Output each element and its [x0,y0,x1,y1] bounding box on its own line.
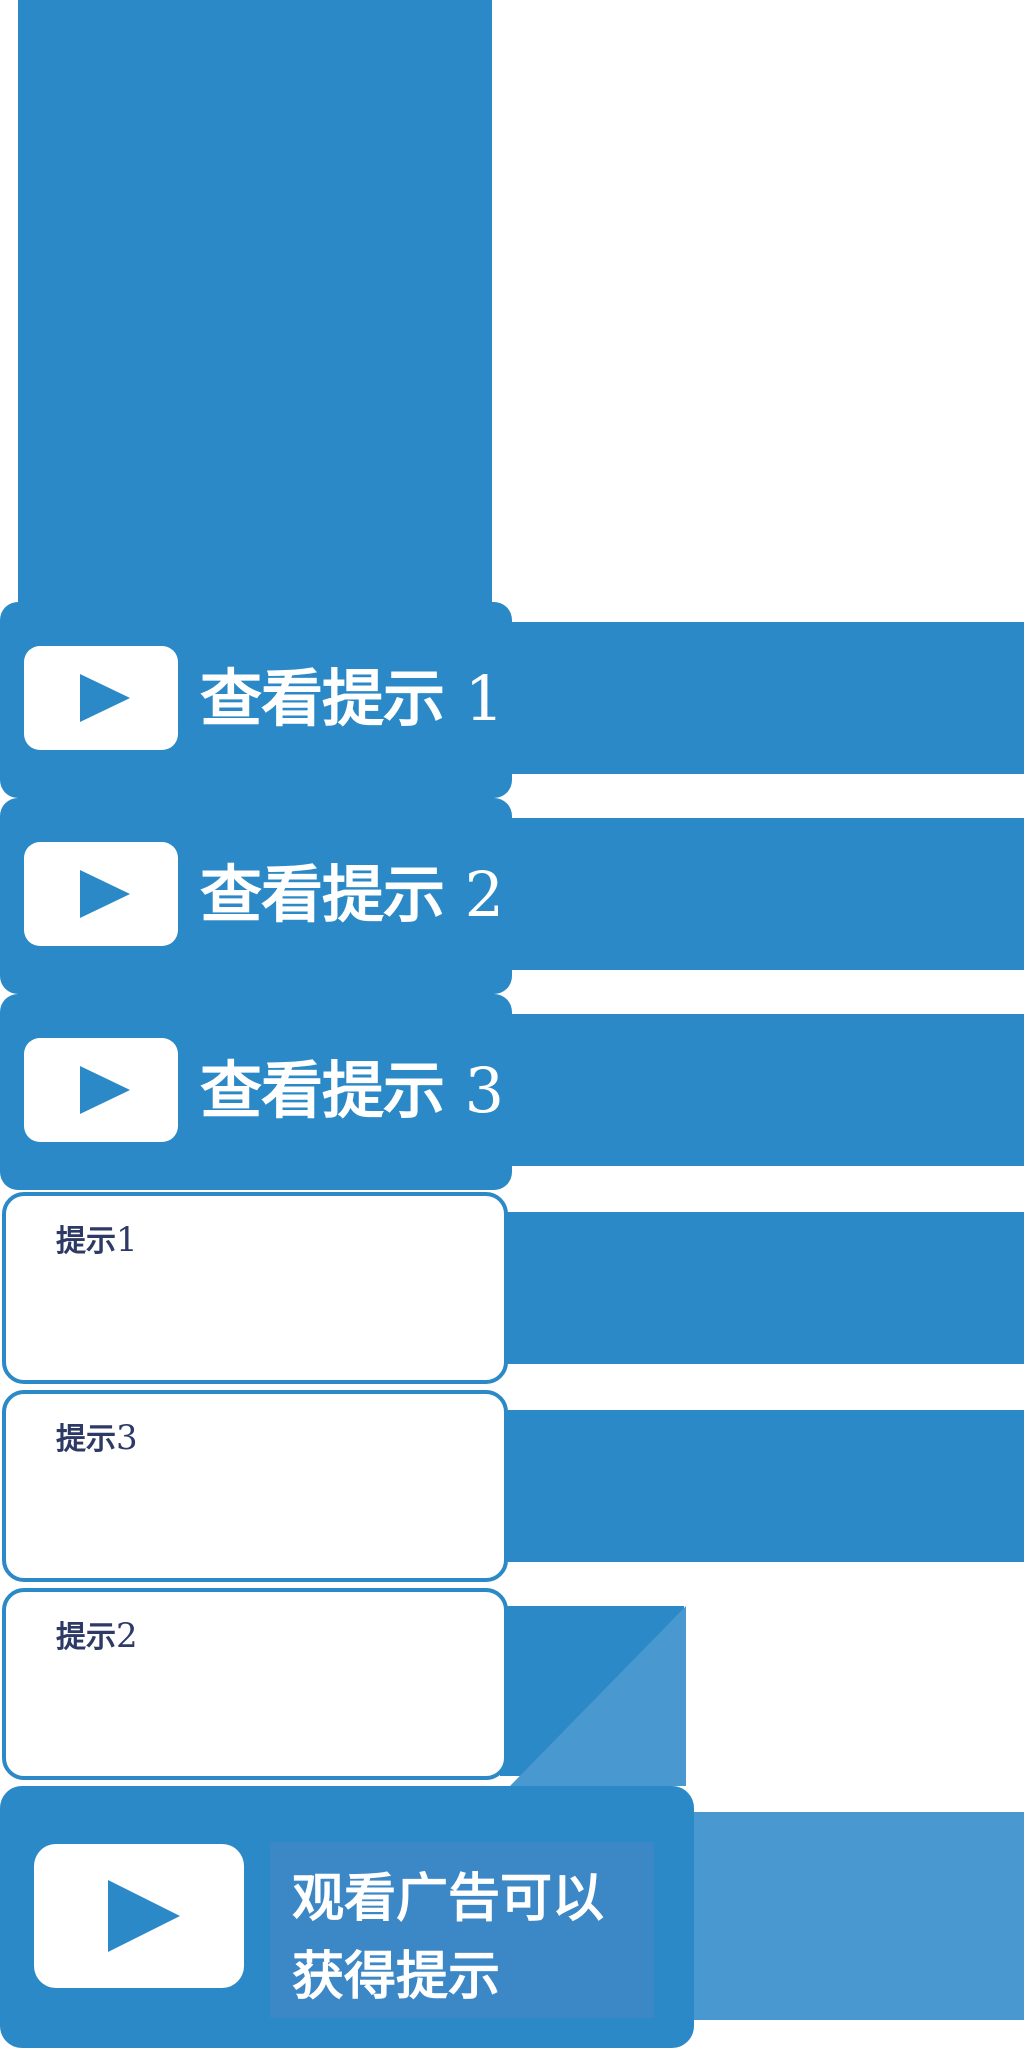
background-strip [500,1212,1024,1364]
hint-panel-title: 提示 [56,1620,116,1655]
view-hint-3-button[interactable]: 查看提示 3 [0,994,512,1190]
play-icon [80,674,130,722]
background-strip [500,818,1024,970]
play-icon [80,870,130,918]
view-hint-1-button[interactable]: 查看提示 1 [0,602,512,798]
play-icon-box [24,842,178,946]
hint-panel-number: 3 [116,1418,138,1458]
watch-ad-label-box: 观看广告可以 获得提示 [270,1842,654,2018]
hint-panel-number: 1 [116,1220,138,1260]
background-tall-bar [18,0,492,622]
hint-panel-title: 提示 [56,1224,116,1259]
background-corner-triangle [510,1606,686,1786]
background-strip [500,1014,1024,1166]
view-hint-label: 查看提示 [200,662,445,735]
view-hint-label: 查看提示 [200,858,445,931]
view-hint-number: 1 [464,662,504,735]
view-hint-label: 查看提示 [200,1054,445,1127]
background-light-strip [680,1812,1024,2020]
play-icon-box [24,646,178,750]
watch-ad-line-1: 观看广告可以 [292,1869,605,1929]
hint-panel-title: 提示 [56,1422,116,1457]
watch-ad-button[interactable]: 观看广告可以 获得提示 [0,1786,694,2048]
view-hint-2-button[interactable]: 查看提示 2 [0,798,512,994]
play-icon-box [34,1844,244,1988]
view-hint-number: 2 [464,858,504,931]
play-icon-box [24,1038,178,1142]
background-strip [500,622,1024,774]
background-strip [500,1410,1024,1562]
watch-ad-line-2: 获得提示 [292,1947,501,2007]
play-icon [80,1066,130,1114]
hint-panel-2: 提示2 [2,1588,508,1780]
hint-panel-3: 提示3 [2,1390,508,1582]
hint-panel-1: 提示1 [2,1192,508,1384]
view-hint-number: 3 [464,1054,504,1127]
play-icon [108,1880,180,1952]
hint-panel-number: 2 [116,1616,138,1656]
